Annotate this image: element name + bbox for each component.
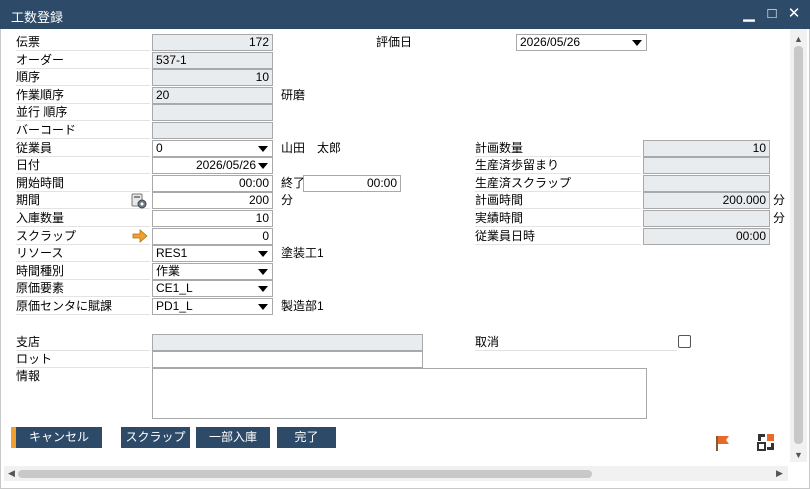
cancel-checkbox[interactable]: [678, 335, 691, 348]
period-label: 期間: [16, 192, 150, 209]
orange-arrow-icon[interactable]: [132, 229, 148, 243]
parallel-sequence-field[interactable]: [152, 104, 273, 121]
cost-center-label: 原価センタに賦課: [16, 298, 150, 315]
scrap-done-field[interactable]: [643, 175, 770, 192]
cost-element-select[interactable]: CE1_L: [152, 280, 273, 297]
sequence-label: 順序: [16, 69, 150, 86]
barcode-label: バーコード: [16, 122, 150, 139]
scroll-down-icon[interactable]: ▼: [794, 450, 803, 460]
start-time-field[interactable]: 00:00: [152, 175, 273, 192]
branch-label: 支店: [16, 334, 150, 351]
scroll-right-icon[interactable]: ▶: [776, 468, 783, 478]
calculator-gear-icon[interactable]: [131, 193, 147, 209]
date-select[interactable]: 2026/05/26: [152, 157, 273, 174]
work-sequence-field[interactable]: 20: [152, 87, 273, 104]
planned-qty-label: 計画数量: [475, 140, 641, 157]
work-sequence-label: 作業順序: [16, 87, 150, 104]
eval-date-select[interactable]: 2026/05/26: [516, 34, 647, 51]
cost-center-select[interactable]: PD1_L: [152, 298, 273, 315]
branch-field[interactable]: [152, 334, 423, 351]
received-qty-label: 入庫数量: [16, 210, 150, 227]
actual-time-field[interactable]: [643, 210, 770, 227]
actual-time-label: 実績時間: [475, 210, 641, 227]
end-time-field[interactable]: 00:00: [303, 175, 401, 192]
minimize-icon[interactable]: ▁: [740, 5, 758, 23]
maximize-icon[interactable]: □: [763, 5, 781, 23]
end-time-label: 終了: [281, 176, 306, 190]
info-textarea[interactable]: [152, 368, 647, 419]
info-label: 情報: [16, 369, 41, 383]
scroll-left-icon[interactable]: ◀: [8, 468, 15, 478]
cost-element-label: 原価要素: [16, 280, 150, 297]
resource-label: リソース: [16, 245, 150, 262]
resource-value: RES1: [156, 246, 188, 260]
yield-done-label: 生産済歩留まり: [475, 157, 641, 174]
employee-select[interactable]: 0: [152, 140, 273, 157]
planned-time-field[interactable]: 200.000: [643, 192, 770, 209]
complete-button[interactable]: 完了: [277, 427, 336, 448]
resource-desc: 塗装工1: [281, 246, 324, 260]
time-type-select[interactable]: 作業: [152, 263, 273, 280]
scrap-done-label: 生産済スクラップ: [475, 175, 641, 192]
resource-select[interactable]: RES1: [152, 245, 273, 262]
time-type-label: 時間種別: [16, 263, 150, 280]
scrap-label: スクラップ: [16, 228, 150, 245]
barcode-field[interactable]: [152, 122, 273, 139]
start-time-label: 開始時間: [16, 175, 150, 192]
document-field[interactable]: 172: [152, 34, 273, 51]
employee-datetime-field[interactable]: 00:00: [643, 228, 770, 245]
work-sequence-desc: 研磨: [281, 88, 306, 102]
date-label: 日付: [16, 157, 150, 174]
planned-time-label: 計画時間: [475, 192, 641, 209]
cancel-label: 取消: [475, 334, 677, 351]
scrap-button[interactable]: スクラップ: [121, 427, 190, 448]
cost-center-desc: 製造部1: [281, 299, 324, 313]
close-icon[interactable]: ✕: [785, 5, 803, 23]
cost-element-value: CE1_L: [156, 281, 193, 295]
planned-qty-field[interactable]: 10: [643, 140, 770, 157]
sequence-field[interactable]: 10: [152, 69, 273, 86]
date-value: 2026/05/26: [195, 158, 256, 172]
planned-time-unit: 分: [773, 193, 786, 207]
employee-value: 0: [156, 141, 163, 155]
employee-datetime-label: 従業員日時: [475, 228, 641, 245]
employee-desc: 山田 太郎: [281, 141, 342, 155]
order-label: オーダー: [16, 52, 150, 69]
partial-receipt-button[interactable]: 一部入庫: [196, 427, 270, 448]
flag-icon[interactable]: [714, 434, 732, 452]
scrap-field[interactable]: 0: [152, 228, 273, 245]
eval-date-value: 2026/05/26: [520, 35, 581, 49]
cost-center-value: PD1_L: [156, 299, 193, 313]
order-field[interactable]: 537-1: [152, 52, 273, 69]
cancel-button[interactable]: キャンセル: [11, 427, 102, 448]
parallel-sequence-label: 並行 順序: [16, 104, 150, 121]
time-type-value: 作業: [156, 264, 181, 278]
yield-done-field[interactable]: [643, 157, 770, 174]
document-label: 伝票: [16, 34, 150, 51]
actual-time-unit: 分: [773, 211, 786, 225]
lot-label: ロット: [16, 351, 150, 368]
period-field[interactable]: 200: [152, 192, 273, 209]
vertical-scroll-thumb[interactable]: [794, 46, 803, 444]
scroll-up-icon[interactable]: ▲: [794, 34, 803, 44]
lot-field[interactable]: [152, 351, 423, 368]
period-unit: 分: [281, 193, 294, 207]
layout-icon[interactable]: [756, 432, 776, 452]
received-qty-field[interactable]: 10: [152, 210, 273, 227]
employee-label: 従業員: [16, 140, 150, 157]
title-bar: 工数登録 ▁ □ ✕: [0, 0, 810, 29]
horizontal-scroll-thumb[interactable]: [18, 470, 592, 478]
window-title: 工数登録: [11, 10, 64, 25]
